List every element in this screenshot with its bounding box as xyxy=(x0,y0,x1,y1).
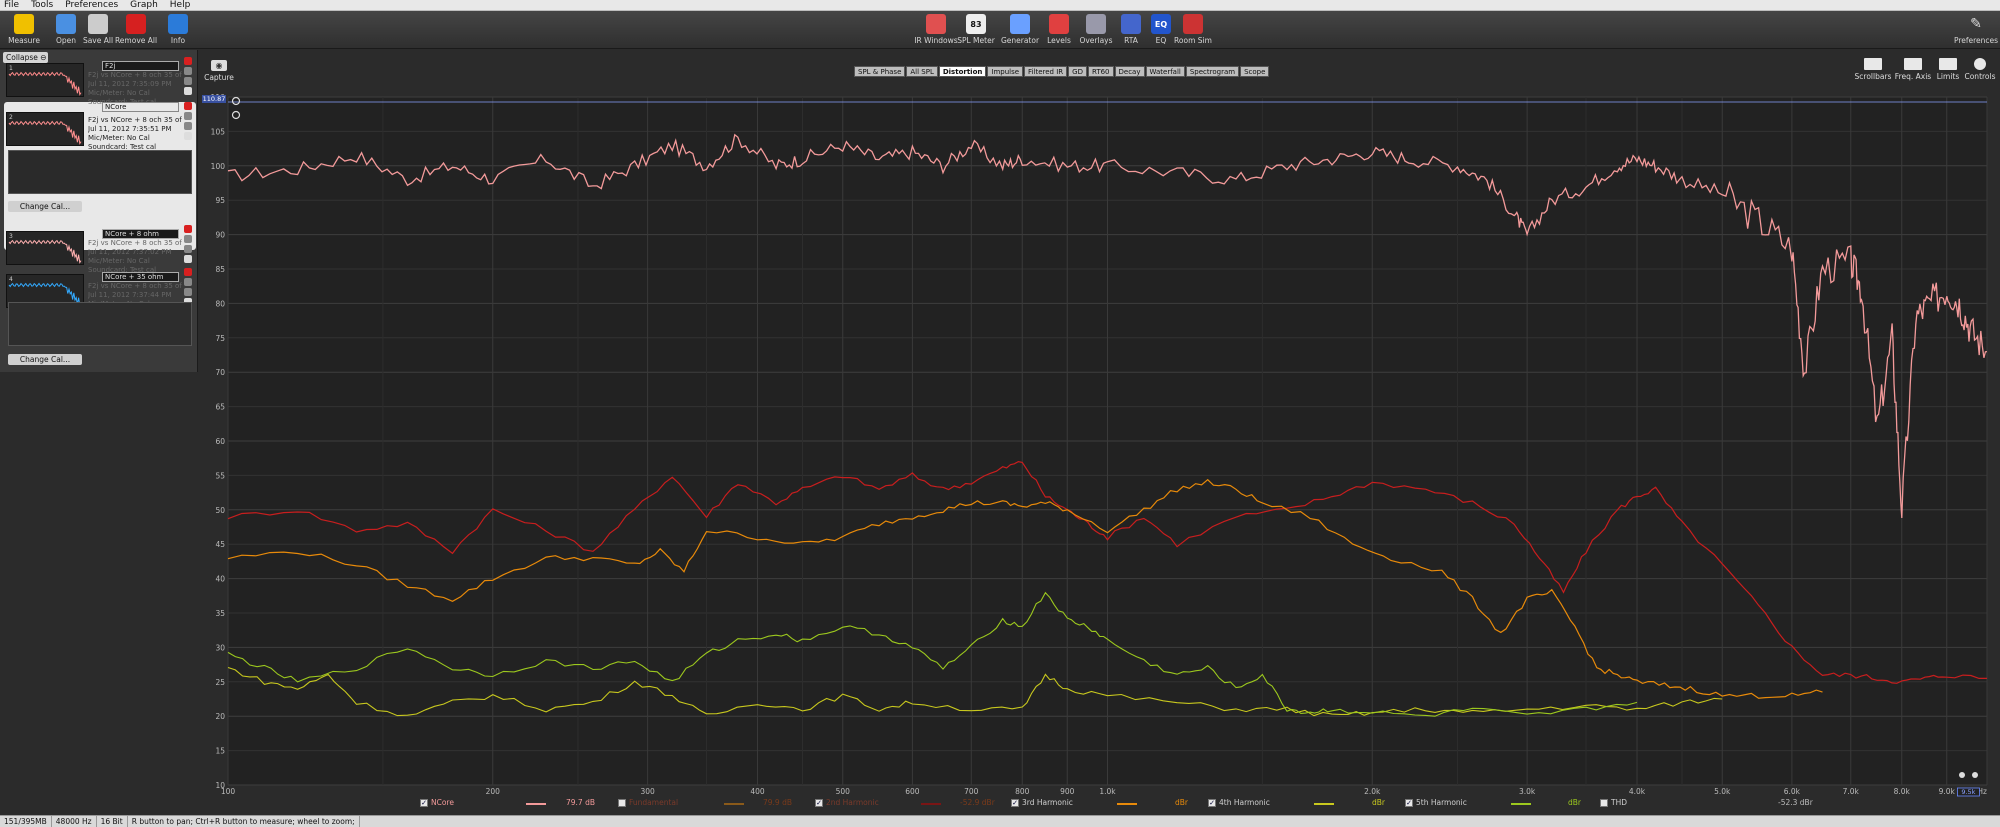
legend-checkbox[interactable]: ✓ xyxy=(815,798,823,807)
y-tick-label: 90 xyxy=(215,231,225,240)
legend-label: 3rd Harmonic xyxy=(1022,798,1073,807)
legend-bar: ✓ NCore 79.7 dB Fundamental 79.9 dB ✓ 2nd Harm… xyxy=(0,798,2000,810)
controls-button[interactable]: Controls xyxy=(1960,58,2000,81)
freq-axis-icon xyxy=(1904,58,1922,70)
controls-icon xyxy=(1974,58,1986,70)
y-tick-label: 55 xyxy=(215,471,225,480)
legend-item-4th-harmonic[interactable]: ✓ 4th Harmonic xyxy=(1208,798,1270,807)
scrollbars-button[interactable]: Scrollbars xyxy=(1853,58,1893,81)
legend-item-2nd-harmonic[interactable]: ✓ 2nd Harmonic xyxy=(815,798,879,807)
y-tick-label: 70 xyxy=(215,368,225,377)
cursor-readout: 110.87 xyxy=(203,95,226,103)
freq-axis-button[interactable]: Freq. Axis xyxy=(1893,58,1933,81)
y-tick-label: 25 xyxy=(215,678,225,687)
status-bar: 151/395MB 48000 Hz 16 Bit R button to pan; … xyxy=(0,815,2000,827)
x-tick-label: 6.0k xyxy=(1784,787,1801,796)
status-field: 16 Bit xyxy=(97,816,128,827)
legend-value: -52.9 dBr xyxy=(960,798,995,807)
scrollbars-icon xyxy=(1864,58,1882,70)
limits-icon xyxy=(1939,58,1957,70)
y-tick-label: 80 xyxy=(215,299,225,308)
x-tick-label: 600 xyxy=(905,787,920,796)
legend-swatch xyxy=(526,803,546,805)
status-field: 48000 Hz xyxy=(52,816,97,827)
x-tick-label: 3.0k xyxy=(1519,787,1536,796)
x-tick-label: 300 xyxy=(640,787,655,796)
x-tick-label: 1.0k xyxy=(1099,787,1116,796)
handle-right-icon[interactable] xyxy=(1972,772,1978,778)
status-field: 151/395MB xyxy=(0,816,52,827)
legend-value: dBr xyxy=(1175,798,1188,807)
legend-value: -52.3 dBr xyxy=(1778,798,1813,807)
y-tick-label: 85 xyxy=(215,265,225,274)
y-tick-label: 40 xyxy=(215,575,225,584)
y-tick-label: 15 xyxy=(215,747,225,756)
y-tick-label: 20 xyxy=(215,712,225,721)
x-tick-label: 800 xyxy=(1015,787,1030,796)
legend-value: 79.9 dB xyxy=(763,798,792,807)
legend-checkbox[interactable]: ✓ xyxy=(420,798,428,807)
status-field: R button to pan; Ctrl+R button to measur… xyxy=(128,816,360,827)
y-tick-label: 65 xyxy=(215,403,225,412)
x-tick-label: 100 xyxy=(221,787,236,796)
legend-item-5th-harmonic[interactable]: ✓ 5th Harmonic xyxy=(1405,798,1467,807)
legend-label: 5th Harmonic xyxy=(1416,798,1467,807)
y-tick-label: 60 xyxy=(215,437,225,446)
x-tick-label: 700 xyxy=(964,787,979,796)
legend-checkbox[interactable]: ✓ xyxy=(1208,798,1216,807)
legend-checkbox[interactable] xyxy=(618,798,626,807)
legend-item-fundamental[interactable]: Fundamental xyxy=(618,798,678,807)
legend-label: NCore xyxy=(431,798,454,807)
legend-swatch xyxy=(724,803,744,805)
handle-left-icon[interactable] xyxy=(1959,772,1965,778)
legend-item-3rd-harmonic[interactable]: ✓ 3rd Harmonic xyxy=(1011,798,1073,807)
y-tick-label: 30 xyxy=(215,643,225,652)
x-tick-label: 5.0k xyxy=(1714,787,1731,796)
x-tick-label: 2.0k xyxy=(1364,787,1381,796)
legend-value: dBr xyxy=(1568,798,1581,807)
x-tick-label: 200 xyxy=(486,787,501,796)
y-tick-label: 105 xyxy=(211,127,226,136)
legend-checkbox[interactable] xyxy=(1600,798,1608,807)
legend-swatch xyxy=(1511,803,1531,805)
legend-value: dBr xyxy=(1372,798,1385,807)
legend-swatch xyxy=(1314,803,1334,805)
x-readout: 9.5k xyxy=(1961,788,1975,796)
legend-swatch xyxy=(1117,803,1137,805)
legend-label: 4th Harmonic xyxy=(1219,798,1270,807)
y-tick-label: 50 xyxy=(215,506,225,515)
legend-item-ncore[interactable]: ✓ NCore xyxy=(420,798,454,807)
y-tick-label: 95 xyxy=(215,196,225,205)
x-tick-label: 9.0k xyxy=(1939,787,1956,796)
x-tick-label: 4.0k xyxy=(1629,787,1646,796)
x-tick-label: 7.0k xyxy=(1843,787,1860,796)
legend-checkbox[interactable]: ✓ xyxy=(1011,798,1019,807)
legend-label: Fundamental xyxy=(629,798,679,807)
legend-value: 79.7 dB xyxy=(566,798,595,807)
x-tick-label: 8.0k xyxy=(1894,787,1911,796)
x-tick-label: 500 xyxy=(836,787,851,796)
distortion-chart[interactable]: 1015202530354045505560657075808590951001… xyxy=(0,0,2000,800)
x-tick-label: 900 xyxy=(1060,787,1075,796)
legend-label: 2nd Harmonic xyxy=(826,798,879,807)
legend-checkbox[interactable]: ✓ xyxy=(1405,798,1413,807)
legend-label: THD xyxy=(1611,798,1627,807)
y-tick-label: 45 xyxy=(215,540,225,549)
x-tick-label: 400 xyxy=(750,787,765,796)
y-tick-label: 100 xyxy=(211,162,226,171)
legend-item-thd[interactable]: THD xyxy=(1600,798,1627,807)
y-tick-label: 75 xyxy=(215,334,225,343)
legend-swatch xyxy=(921,803,941,805)
y-tick-label: 35 xyxy=(215,609,225,618)
